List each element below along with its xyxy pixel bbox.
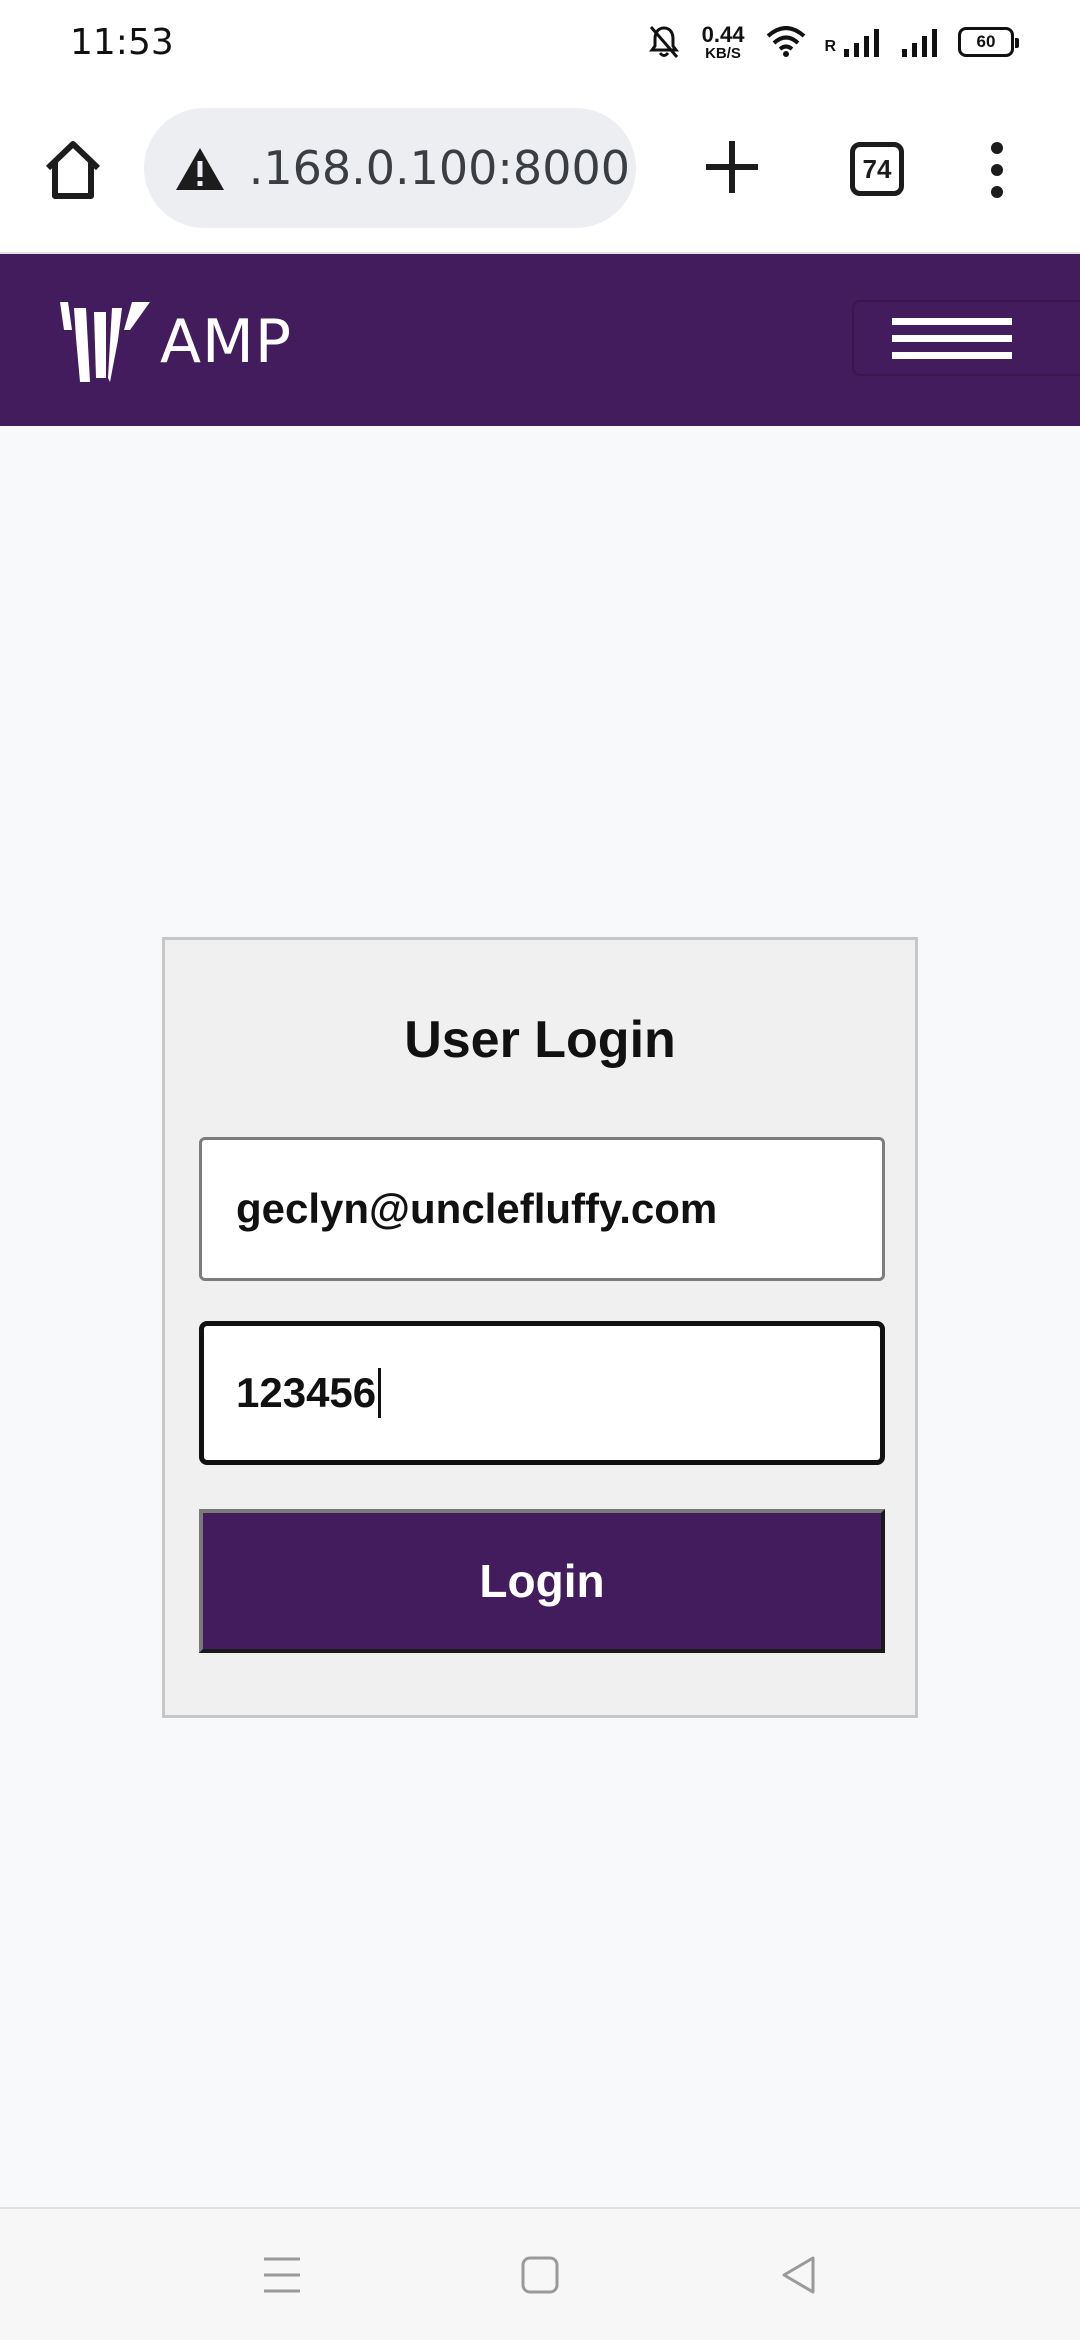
hamburger-menu-icon[interactable] xyxy=(852,300,1080,376)
signal-icon xyxy=(902,29,937,57)
password-field[interactable]: 123456 xyxy=(199,1321,885,1465)
address-bar[interactable]: 192.168.0.100:8000 xyxy=(144,108,636,228)
logo-mark-icon xyxy=(60,302,150,382)
warning-icon[interactable] xyxy=(174,146,226,192)
recent-apps-icon[interactable] xyxy=(262,2253,302,2297)
text-cursor xyxy=(378,1368,382,1418)
signal-icon xyxy=(844,29,879,57)
login-button-label: Login xyxy=(479,1555,605,1607)
net-speed: 0.44 KB/S xyxy=(701,21,745,62)
more-vert-icon[interactable] xyxy=(982,140,1012,200)
net-speed-unit: KB/S xyxy=(705,44,741,62)
logo-text: AMP xyxy=(160,307,292,377)
system-nav-bar xyxy=(0,2207,1080,2340)
status-icons: 0.44 KB/S R 60 xyxy=(648,21,1019,62)
tab-switcher-icon[interactable]: 74 xyxy=(850,142,904,196)
back-icon[interactable] xyxy=(780,2255,816,2295)
home-icon[interactable] xyxy=(40,136,106,202)
browser-toolbar: 192.168.0.100:8000 74 xyxy=(0,84,1080,254)
email-field[interactable]: geclyn@unclefluffy.com xyxy=(199,1137,885,1281)
status-time: 11:53 xyxy=(70,21,174,63)
password-value: 123456 xyxy=(236,1369,377,1416)
battery-icon: 60 xyxy=(958,27,1019,57)
wifi-icon xyxy=(767,26,806,57)
battery-level: 60 xyxy=(976,32,996,51)
login-button[interactable]: Login xyxy=(199,1509,885,1653)
url-text[interactable]: 192.168.0.100:8000 xyxy=(250,108,630,228)
tab-count: 74 xyxy=(862,153,892,184)
app-header: AMP xyxy=(0,254,1080,426)
roaming-label: R xyxy=(824,38,836,55)
status-bar: 11:53 0.44 KB/S R 60 xyxy=(0,0,1080,84)
home-square-icon[interactable] xyxy=(520,2255,560,2295)
login-card: User Login geclyn@unclefluffy.com 123456… xyxy=(162,937,918,1718)
bell-off-icon xyxy=(648,26,679,58)
amp-logo[interactable]: AMP xyxy=(60,300,292,384)
login-title: User Login xyxy=(404,1011,676,1069)
net-speed-value: 0.44 xyxy=(701,21,745,47)
plus-icon[interactable] xyxy=(700,135,764,199)
email-value: geclyn@unclefluffy.com xyxy=(236,1185,718,1232)
